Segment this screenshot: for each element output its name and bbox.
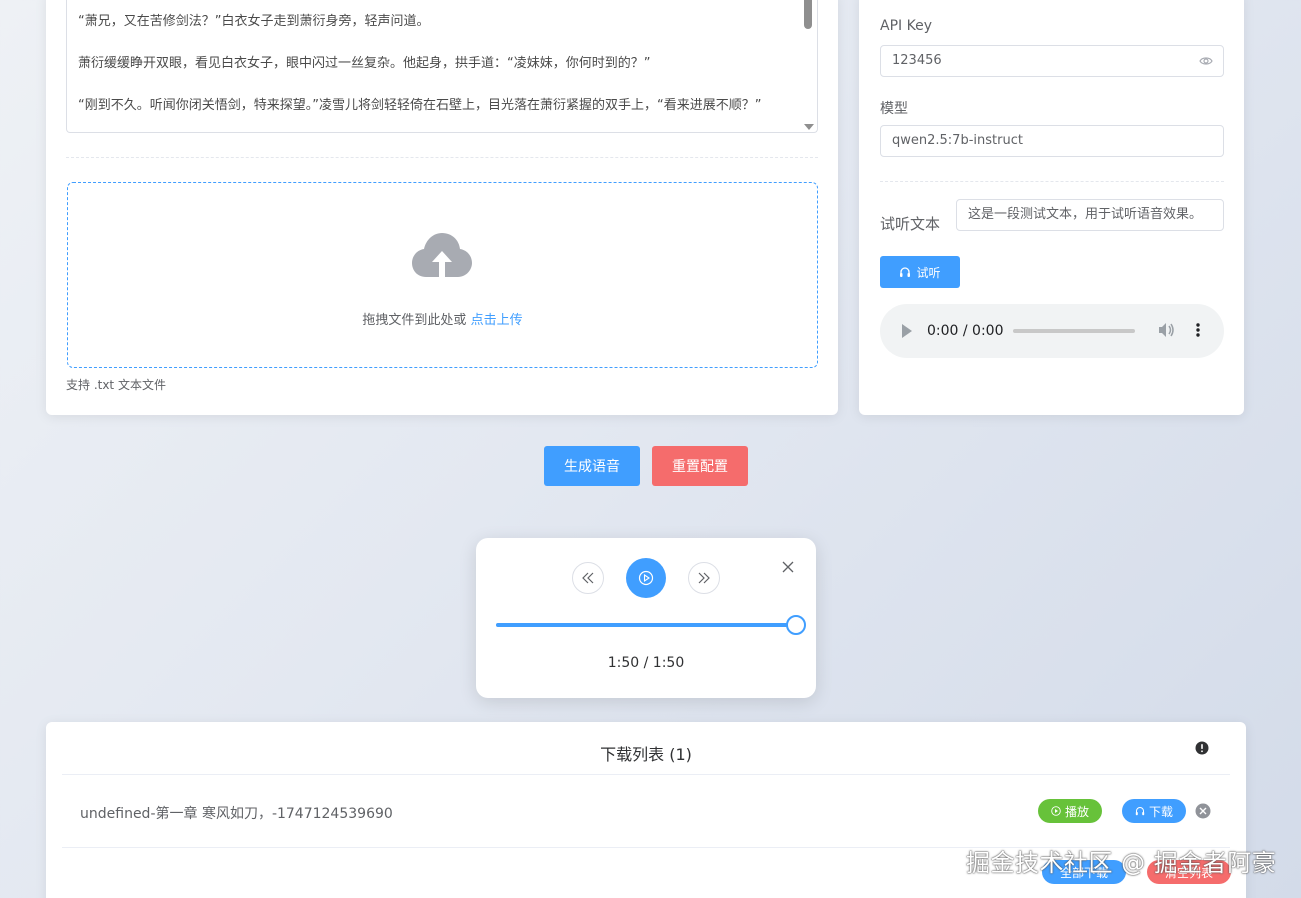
upload-tip: 支持 .txt 文本文件 [66,378,166,392]
text-scrollbar[interactable] [800,0,817,132]
play-circle-icon [638,570,654,586]
text-input-card: “萧兄，又在苦修剑法？”白衣女子走到萧衍身旁，轻声问道。 萧衍缓缓睁开双眼，看见… [46,0,838,415]
warning-icon[interactable] [1195,741,1209,755]
generate-speech-button[interactable]: 生成语音 [544,446,640,486]
remove-circle-icon[interactable] [1195,803,1211,819]
click-upload-link[interactable]: 点击上传 [471,313,523,328]
scrollbar-thumb[interactable] [804,0,812,29]
preview-text-value: 这是一段测试文本，用于试听语音效果。 [968,207,1203,222]
listen-button[interactable]: 试听 [880,256,960,288]
eye-icon[interactable] [1199,55,1213,67]
rewind-button[interactable] [572,562,604,594]
text-paragraph: 萧衍缓缓睁开双眼，看见白衣女子，眼中闪过一丝复杂。他起身，拱手道：“凌妹妹，你何… [78,56,651,71]
download-item-label: 下载 [1148,804,1173,819]
volume-icon[interactable] [1158,322,1176,338]
progress-handle[interactable] [786,615,806,635]
divider [62,774,1230,775]
reset-config-button[interactable]: 重置配置 [652,446,748,486]
audio-player: 0:00 / 0:00 [880,304,1224,358]
play-circle-icon [1051,806,1061,816]
divider [66,157,818,158]
settings-card: API Key 123456 模型 qwen2.5:7b-instruct 试听… [859,0,1244,415]
playback-time: 1:50 / 1:50 [607,655,685,671]
download-item-name: undefined-第一章 寒风如刀，-1747124539690 [80,806,393,822]
playback-progress-bar[interactable] [496,615,806,635]
model-value: qwen2.5:7b-instruct [892,133,1023,148]
preview-text-label: 试听文本 [880,215,941,233]
headphones-icon [900,267,911,277]
model-input[interactable]: qwen2.5:7b-instruct [880,125,1224,157]
api-key-input[interactable]: 123456 [880,45,1224,77]
play-item-button[interactable]: 播放 [1038,799,1102,823]
divider [880,181,1224,182]
novel-text-area[interactable]: “萧兄，又在苦修剑法？”白衣女子走到萧衍身旁，轻声问道。 萧衍缓缓睁开双眼，看见… [66,0,818,133]
scroll-down-arrow[interactable] [804,124,814,130]
model-label: 模型 [880,101,908,117]
audio-play-icon[interactable] [902,324,912,338]
file-upload-dropzone[interactable]: 拖拽文件到此处或 点击上传 [67,182,818,368]
audio-time: 0:00 / 0:00 [927,323,1004,339]
play-button[interactable] [626,558,666,598]
download-item-button[interactable]: 下载 [1122,799,1186,823]
upload-prompt: 拖拽文件到此处或 [362,313,467,328]
text-paragraph: “刚到不久。听闻你闭关悟剑，特来探望。”凌雪儿将剑轻轻倚在石壁上，目光落在萧衍紧… [78,98,762,113]
upload-instructions: 拖拽文件到此处或 点击上传 [68,309,817,328]
fast-forward-button[interactable] [688,562,720,594]
mini-player: 1:50 / 1:50 [476,538,816,698]
preview-text-input[interactable]: 这是一段测试文本，用于试听语音效果。 [956,199,1224,231]
double-right-icon [698,572,710,584]
api-key-value: 123456 [892,53,942,68]
close-icon[interactable] [782,561,794,573]
cloud-upload-icon [412,233,472,277]
audio-seek-bar[interactable] [1013,329,1135,333]
double-left-icon [582,572,594,584]
more-options-icon[interactable] [1196,322,1200,338]
headphones-icon [1135,807,1145,816]
text-paragraph: “萧兄，又在苦修剑法？”白衣女子走到萧衍身旁，轻声问道。 [78,14,430,29]
api-key-label: API Key [880,18,932,34]
download-list-title: 下载列表 (1) [600,745,692,764]
play-item-label: 播放 [1064,804,1089,819]
watermark: 掘金技术社区 @ 掘金者阿豪 [966,849,1277,877]
progress-fill [496,623,796,627]
listen-button-label: 试听 [916,265,941,280]
